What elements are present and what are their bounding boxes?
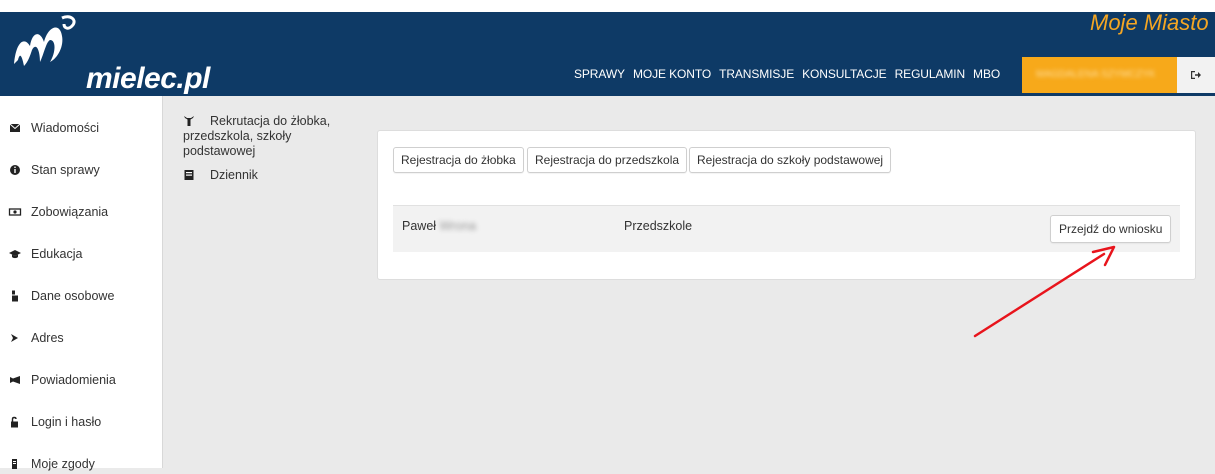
- location-icon: [8, 331, 22, 345]
- sidebar-item-label: Zobowiązania: [31, 205, 109, 219]
- education-submenu: Rekrutacja do żłobka, przedszkola, szkoł…: [183, 114, 333, 183]
- nav-moje-konto[interactable]: MOJE KONTO: [633, 67, 711, 83]
- sidebar-item-label: Wiadomości: [31, 121, 100, 135]
- book-icon: [184, 170, 194, 180]
- city-title: Moje Miasto: [1090, 10, 1209, 35]
- megaphone-icon: [8, 373, 22, 387]
- application-row: Paweł Wrona Przedszkole Przejdź do wnios…: [393, 205, 1180, 252]
- nav-sprawy[interactable]: SPRAWY: [574, 67, 625, 83]
- graduation-cap-icon: [8, 247, 22, 261]
- nav-mbo[interactable]: MBO: [973, 67, 1000, 83]
- sidebar: Wiadomości Stan sprawy Zobowiązania Eduk…: [0, 96, 163, 471]
- sidebar-item-label: Moje zgody: [31, 457, 95, 471]
- info-icon: [8, 163, 22, 177]
- sidebar-item-label: Login i hasło: [31, 415, 102, 429]
- logout-button[interactable]: [1177, 57, 1215, 93]
- register-school-button[interactable]: Rejestracja do szkoły podstawowej: [689, 147, 892, 173]
- sidebar-item-edukacja[interactable]: Edukacja: [8, 244, 82, 264]
- user-account-button[interactable]: MAGDALENA SZYMCZYK: [1022, 57, 1177, 93]
- sidebar-item-powiadomienia[interactable]: Powiadomienia: [8, 370, 116, 390]
- document-icon: [8, 457, 22, 471]
- envelope-icon: [8, 121, 22, 135]
- sidebar-item-moje-zgody[interactable]: Moje zgody: [8, 454, 95, 474]
- recruitment-card: Rejestracja do żłobka Rejestracja do prz…: [377, 130, 1196, 280]
- sidebar-item-login-haslo[interactable]: Login i hasło: [8, 412, 101, 432]
- nav-regulamin[interactable]: REGULAMIN: [895, 67, 966, 83]
- sidebar-item-label: Stan sprawy: [31, 163, 100, 177]
- user-name: MAGDALENA SZYMCZYK: [1036, 69, 1156, 80]
- submenu-label: Dziennik: [210, 168, 258, 182]
- sidebar-item-label: Dane osobowe: [31, 289, 115, 303]
- register-preschool-button[interactable]: Rejestracja do przedszkola: [527, 147, 688, 173]
- sidebar-item-wiadomosci[interactable]: Wiadomości: [8, 118, 99, 138]
- money-icon: [8, 205, 22, 219]
- submenu-label: Rekrutacja do żłobka, przedszkola, szkoł…: [183, 114, 331, 158]
- submenu-item-rekrutacja[interactable]: Rekrutacja do żłobka, przedszkola, szkoł…: [183, 114, 333, 159]
- sidebar-item-stan-sprawy[interactable]: Stan sprawy: [8, 160, 100, 180]
- applicant-first-name: Paweł: [402, 219, 437, 233]
- main-nav: SPRAWY MOJE KONTO TRANSMISJE KONSULTACJE…: [574, 67, 1008, 83]
- user-icon: [8, 289, 22, 303]
- go-to-application-button[interactable]: Przejdź do wniosku: [1050, 215, 1172, 243]
- sidebar-item-label: Edukacja: [31, 247, 83, 261]
- nav-transmisje[interactable]: TRANSMISJE: [719, 67, 794, 83]
- sidebar-item-adres[interactable]: Adres: [8, 328, 64, 348]
- logo-mark-icon: [14, 15, 76, 66]
- sidebar-item-label: Powiadomienia: [31, 373, 116, 387]
- lock-icon: [8, 415, 22, 429]
- logo-text: mielec.pl: [86, 62, 210, 95]
- sidebar-item-dane-osobowe[interactable]: Dane osobowe: [8, 286, 114, 306]
- applicant-name: Paweł Wrona: [402, 219, 476, 233]
- sidebar-item-zobowiazania[interactable]: Zobowiązania: [8, 202, 108, 222]
- applicant-last-name: Wrona: [439, 219, 477, 233]
- top-header-bar: mielec.pl Moje Miasto SPRAWY MOJE KONTO …: [0, 0, 1215, 96]
- application-type: Przedszkole: [624, 219, 693, 233]
- nav-konsultacje[interactable]: KONSULTACJE: [802, 67, 887, 83]
- site-logo[interactable]: mielec.pl: [6, 12, 210, 95]
- register-nursery-button[interactable]: Rejestracja do żłobka: [393, 147, 524, 173]
- sidebar-item-label: Adres: [31, 331, 64, 345]
- child-icon: [184, 116, 194, 126]
- logout-icon: [1191, 71, 1201, 79]
- submenu-item-dziennik[interactable]: Dziennik: [183, 168, 333, 183]
